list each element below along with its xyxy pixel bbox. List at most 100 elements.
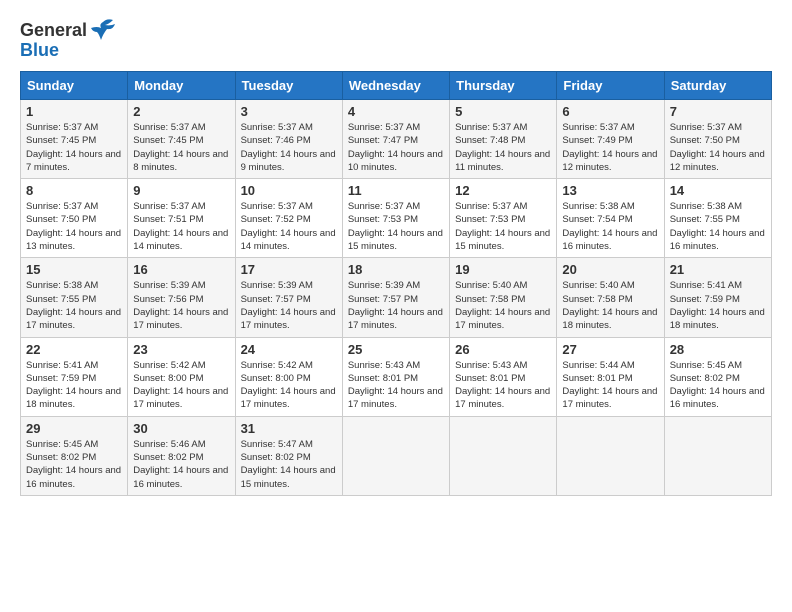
calendar-day-cell: 16 Sunrise: 5:39 AMSunset: 7:56 PMDayligh…	[128, 258, 235, 337]
day-number: 27	[562, 342, 658, 357]
calendar-day-cell: 8 Sunrise: 5:37 AMSunset: 7:50 PMDaylight…	[21, 179, 128, 258]
day-number: 9	[133, 183, 229, 198]
weekday-header-row: SundayMondayTuesdayWednesdayThursdayFrid…	[21, 72, 772, 100]
day-number: 7	[670, 104, 766, 119]
calendar-day-cell: 14 Sunrise: 5:38 AMSunset: 7:55 PMDayligh…	[664, 179, 771, 258]
calendar-day-cell: 23 Sunrise: 5:42 AMSunset: 8:00 PMDayligh…	[128, 337, 235, 416]
logo-general-text: General	[20, 20, 87, 41]
calendar-day-cell: 21 Sunrise: 5:41 AMSunset: 7:59 PMDayligh…	[664, 258, 771, 337]
day-info: Sunrise: 5:45 AMSunset: 8:02 PMDaylight:…	[26, 439, 121, 490]
day-info: Sunrise: 5:39 AMSunset: 7:56 PMDaylight:…	[133, 280, 228, 331]
day-info: Sunrise: 5:37 AMSunset: 7:46 PMDaylight:…	[241, 122, 336, 173]
day-number: 15	[26, 262, 122, 277]
calendar-day-cell: 29Sunrise: 5:45 AMSunset: 8:02 PMDayligh…	[21, 416, 128, 495]
day-info: Sunrise: 5:38 AMSunset: 7:54 PMDaylight:…	[562, 201, 657, 252]
day-info: Sunrise: 5:42 AMSunset: 8:00 PMDaylight:…	[133, 360, 228, 411]
day-number: 6	[562, 104, 658, 119]
day-info: Sunrise: 5:45 AMSunset: 8:02 PMDaylight:…	[670, 360, 765, 411]
day-number: 4	[348, 104, 444, 119]
calendar-day-cell: 31Sunrise: 5:47 AMSunset: 8:02 PMDayligh…	[235, 416, 342, 495]
day-info: Sunrise: 5:40 AMSunset: 7:58 PMDaylight:…	[562, 280, 657, 331]
calendar-week-row: 1 Sunrise: 5:37 AMSunset: 7:45 PMDaylight…	[21, 100, 772, 179]
day-info: Sunrise: 5:38 AMSunset: 7:55 PMDaylight:…	[26, 280, 121, 331]
day-info: Sunrise: 5:37 AMSunset: 7:53 PMDaylight:…	[455, 201, 550, 252]
header: General Blue	[20, 16, 772, 61]
calendar-day-cell	[342, 416, 449, 495]
calendar-day-cell: 2 Sunrise: 5:37 AMSunset: 7:45 PMDaylight…	[128, 100, 235, 179]
page: General Blue SundayMondayTuesdayWednesda…	[0, 0, 792, 506]
day-number: 22	[26, 342, 122, 357]
day-number: 14	[670, 183, 766, 198]
day-info: Sunrise: 5:43 AMSunset: 8:01 PMDaylight:…	[348, 360, 443, 411]
weekday-header-cell: Monday	[128, 72, 235, 100]
calendar-day-cell	[557, 416, 664, 495]
calendar-day-cell: 6 Sunrise: 5:37 AMSunset: 7:49 PMDaylight…	[557, 100, 664, 179]
day-number: 26	[455, 342, 551, 357]
calendar-day-cell: 13Sunrise: 5:38 AMSunset: 7:54 PMDayligh…	[557, 179, 664, 258]
day-number: 17	[241, 262, 337, 277]
calendar-body: 1 Sunrise: 5:37 AMSunset: 7:45 PMDaylight…	[21, 100, 772, 496]
calendar-day-cell: 28 Sunrise: 5:45 AMSunset: 8:02 PMDayligh…	[664, 337, 771, 416]
day-number: 18	[348, 262, 444, 277]
day-info: Sunrise: 5:37 AMSunset: 7:52 PMDaylight:…	[241, 201, 336, 252]
day-number: 31	[241, 421, 337, 436]
day-info: Sunrise: 5:38 AMSunset: 7:55 PMDaylight:…	[670, 201, 765, 252]
calendar-day-cell: 17Sunrise: 5:39 AMSunset: 7:57 PMDayligh…	[235, 258, 342, 337]
day-info: Sunrise: 5:37 AMSunset: 7:49 PMDaylight:…	[562, 122, 657, 173]
calendar-day-cell: 18Sunrise: 5:39 AMSunset: 7:57 PMDayligh…	[342, 258, 449, 337]
day-number: 23	[133, 342, 229, 357]
day-info: Sunrise: 5:42 AMSunset: 8:00 PMDaylight:…	[241, 360, 336, 411]
day-number: 21	[670, 262, 766, 277]
day-number: 19	[455, 262, 551, 277]
calendar-day-cell: 22 Sunrise: 5:41 AMSunset: 7:59 PMDayligh…	[21, 337, 128, 416]
calendar-day-cell	[664, 416, 771, 495]
day-number: 16	[133, 262, 229, 277]
calendar-day-cell: 15 Sunrise: 5:38 AMSunset: 7:55 PMDayligh…	[21, 258, 128, 337]
day-info: Sunrise: 5:41 AMSunset: 7:59 PMDaylight:…	[26, 360, 121, 411]
day-number: 28	[670, 342, 766, 357]
day-info: Sunrise: 5:37 AMSunset: 7:50 PMDaylight:…	[26, 201, 121, 252]
day-number: 12	[455, 183, 551, 198]
day-number: 30	[133, 421, 229, 436]
logo: General Blue	[20, 16, 117, 61]
weekday-header-cell: Sunday	[21, 72, 128, 100]
day-number: 5	[455, 104, 551, 119]
calendar-day-cell: 20 Sunrise: 5:40 AMSunset: 7:58 PMDayligh…	[557, 258, 664, 337]
calendar-day-cell: 11Sunrise: 5:37 AMSunset: 7:53 PMDayligh…	[342, 179, 449, 258]
day-number: 2	[133, 104, 229, 119]
day-info: Sunrise: 5:37 AMSunset: 7:45 PMDaylight:…	[133, 122, 228, 173]
weekday-header-cell: Thursday	[450, 72, 557, 100]
day-number: 25	[348, 342, 444, 357]
day-number: 3	[241, 104, 337, 119]
calendar-table: SundayMondayTuesdayWednesdayThursdayFrid…	[20, 71, 772, 496]
calendar-day-cell: 12 Sunrise: 5:37 AMSunset: 7:53 PMDayligh…	[450, 179, 557, 258]
day-number: 10	[241, 183, 337, 198]
calendar-day-cell: 3 Sunrise: 5:37 AMSunset: 7:46 PMDaylight…	[235, 100, 342, 179]
calendar-week-row: 22 Sunrise: 5:41 AMSunset: 7:59 PMDayligh…	[21, 337, 772, 416]
day-info: Sunrise: 5:41 AMSunset: 7:59 PMDaylight:…	[670, 280, 765, 331]
day-number: 20	[562, 262, 658, 277]
calendar-day-cell: 24Sunrise: 5:42 AMSunset: 8:00 PMDayligh…	[235, 337, 342, 416]
weekday-header-cell: Tuesday	[235, 72, 342, 100]
day-info: Sunrise: 5:43 AMSunset: 8:01 PMDaylight:…	[455, 360, 550, 411]
day-info: Sunrise: 5:37 AMSunset: 7:51 PMDaylight:…	[133, 201, 228, 252]
day-info: Sunrise: 5:37 AMSunset: 7:47 PMDaylight:…	[348, 122, 443, 173]
day-number: 1	[26, 104, 122, 119]
calendar-day-cell: 1Sunrise: 5:37 AMSunset: 7:45 PMDaylight…	[21, 100, 128, 179]
day-info: Sunrise: 5:46 AMSunset: 8:02 PMDaylight:…	[133, 439, 228, 490]
calendar-day-cell: 5Sunrise: 5:37 AMSunset: 7:48 PMDaylight…	[450, 100, 557, 179]
calendar-day-cell: 9 Sunrise: 5:37 AMSunset: 7:51 PMDaylight…	[128, 179, 235, 258]
day-info: Sunrise: 5:44 AMSunset: 8:01 PMDaylight:…	[562, 360, 657, 411]
day-number: 8	[26, 183, 122, 198]
calendar-day-cell: 4 Sunrise: 5:37 AMSunset: 7:47 PMDaylight…	[342, 100, 449, 179]
calendar-day-cell: 27 Sunrise: 5:44 AMSunset: 8:01 PMDayligh…	[557, 337, 664, 416]
calendar-day-cell: 30 Sunrise: 5:46 AMSunset: 8:02 PMDayligh…	[128, 416, 235, 495]
weekday-header-cell: Wednesday	[342, 72, 449, 100]
calendar-day-cell	[450, 416, 557, 495]
calendar-day-cell: 19Sunrise: 5:40 AMSunset: 7:58 PMDayligh…	[450, 258, 557, 337]
day-number: 11	[348, 183, 444, 198]
calendar-day-cell: 10 Sunrise: 5:37 AMSunset: 7:52 PMDayligh…	[235, 179, 342, 258]
calendar-day-cell: 26 Sunrise: 5:43 AMSunset: 8:01 PMDayligh…	[450, 337, 557, 416]
calendar-week-row: 8 Sunrise: 5:37 AMSunset: 7:50 PMDaylight…	[21, 179, 772, 258]
calendar-day-cell: 25 Sunrise: 5:43 AMSunset: 8:01 PMDayligh…	[342, 337, 449, 416]
